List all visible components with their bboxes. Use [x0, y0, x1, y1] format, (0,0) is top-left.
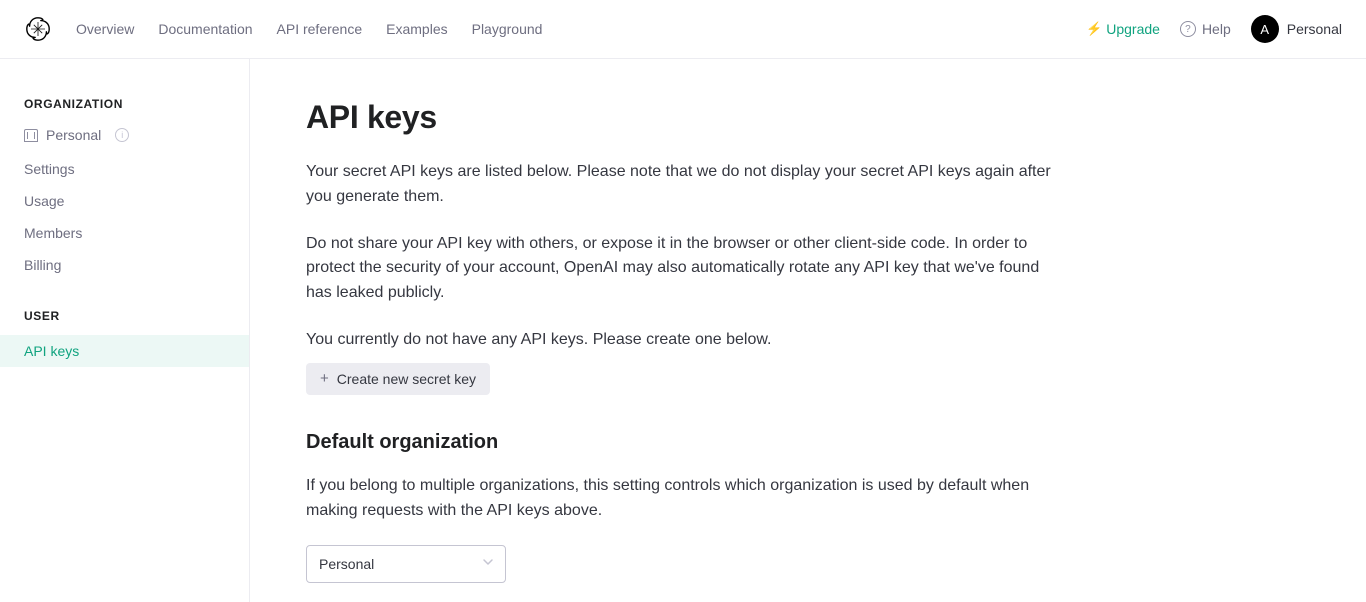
page-title: API keys	[306, 99, 1310, 136]
default-org-desc: If you belong to multiple organizations,…	[306, 474, 1066, 524]
desc-paragraph-2: Do not share your API key with others, o…	[306, 232, 1066, 306]
bolt-icon: ⚡	[1086, 21, 1102, 37]
upgrade-label: Upgrade	[1106, 21, 1160, 37]
sidebar: ORGANIZATION Personal i Settings Usage M…	[0, 59, 250, 602]
desc-paragraph-1: Your secret API keys are listed below. P…	[306, 160, 1066, 210]
info-icon: i	[115, 128, 129, 142]
nav-overview[interactable]: Overview	[76, 21, 134, 37]
sidebar-item-members[interactable]: Members	[0, 217, 249, 249]
nav-examples[interactable]: Examples	[386, 21, 447, 37]
plus-icon: +	[320, 371, 329, 386]
topbar: Overview Documentation API reference Exa…	[0, 0, 1366, 59]
account-name: Personal	[1287, 21, 1342, 37]
topbar-right: ⚡ Upgrade ? Help A Personal	[1086, 15, 1342, 43]
org-select-wrap	[306, 545, 506, 583]
sidebar-item-billing[interactable]: Billing	[0, 249, 249, 281]
nav-playground[interactable]: Playground	[472, 21, 543, 37]
help-icon: ?	[1180, 21, 1196, 37]
sidebar-user-label: USER	[0, 309, 249, 335]
logo-icon[interactable]	[24, 15, 52, 43]
sidebar-item-usage[interactable]: Usage	[0, 185, 249, 217]
help-label: Help	[1202, 21, 1231, 37]
nav-documentation[interactable]: Documentation	[158, 21, 252, 37]
sidebar-item-api-keys[interactable]: API keys	[0, 335, 249, 367]
sidebar-org-personal[interactable]: Personal i	[0, 123, 249, 153]
default-org-title: Default organization	[306, 431, 1310, 454]
sidebar-item-settings[interactable]: Settings	[0, 153, 249, 185]
org-select[interactable]	[306, 545, 506, 583]
topnav: Overview Documentation API reference Exa…	[76, 21, 542, 37]
organization-icon	[24, 129, 38, 142]
create-secret-key-button[interactable]: + Create new secret key	[306, 363, 490, 395]
help-link[interactable]: ? Help	[1180, 21, 1231, 37]
nav-api-reference[interactable]: API reference	[277, 21, 363, 37]
account-menu[interactable]: A Personal	[1251, 15, 1342, 43]
sidebar-org-name: Personal	[46, 127, 101, 143]
no-keys-text: You currently do not have any API keys. …	[306, 328, 1310, 353]
create-btn-label: Create new secret key	[337, 371, 476, 387]
upgrade-link[interactable]: ⚡ Upgrade	[1086, 21, 1160, 37]
container: ORGANIZATION Personal i Settings Usage M…	[0, 59, 1366, 602]
avatar: A	[1251, 15, 1279, 43]
sidebar-org-label: ORGANIZATION	[0, 97, 249, 123]
main-content: API keys Your secret API keys are listed…	[250, 59, 1366, 602]
